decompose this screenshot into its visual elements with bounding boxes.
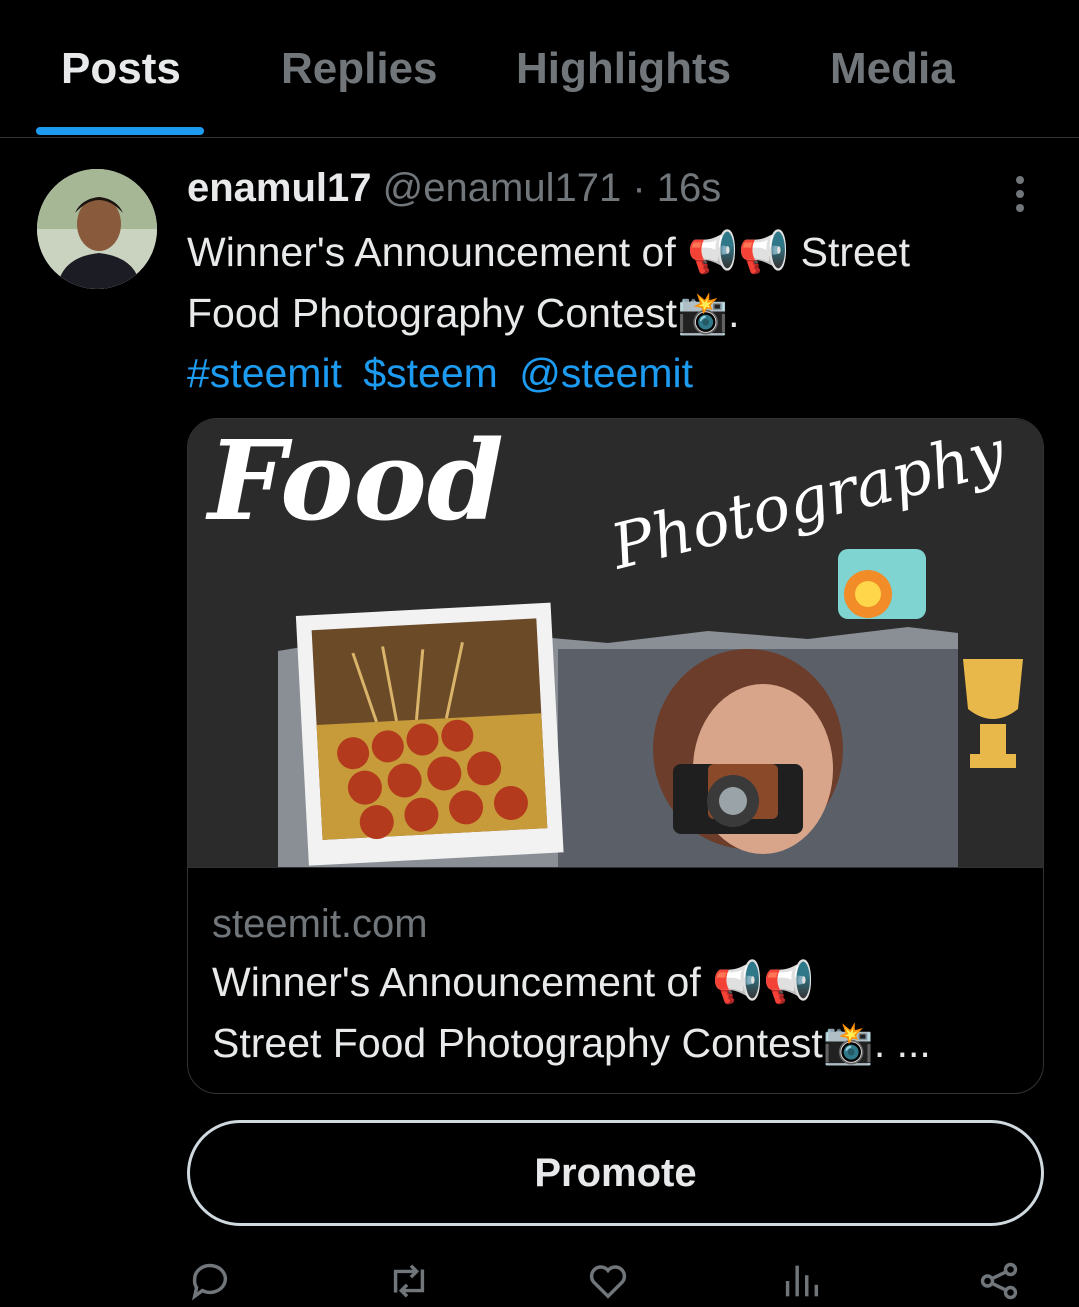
user-handle[interactable]: @enamul171 [383,166,622,210]
cashtag-steem[interactable]: $steem [363,350,497,396]
share-icon[interactable] [976,1258,1026,1302]
post-hashtags: #steemit $steem @steemit [187,343,703,404]
hashtag-steemit[interactable]: #steemit [187,350,342,396]
promote-button[interactable]: Promote [187,1120,1044,1226]
mention-steemit[interactable]: @steemit [519,350,693,396]
repost-icon[interactable] [386,1258,436,1302]
card-title: Winner's Announcement of 📢📢 Street Food … [212,952,1022,1074]
tab-media[interactable]: Media [830,44,955,94]
tab-highlights[interactable]: Highlights [516,44,731,94]
card-image-text-food: Food [205,419,504,545]
post-timestamp[interactable]: 16s [657,166,722,210]
post-header: enamul17 @enamul171 · 16s [187,166,721,211]
post-text-line-2: Food Photography Contest📸. [187,290,740,336]
card-body: steemit.com Winner's Announcement of 📢📢 … [188,867,1043,1093]
display-name[interactable]: enamul17 [187,166,372,210]
avatar[interactable] [37,169,157,289]
post-text: Winner's Announcement of 📢📢 Street Food … [187,222,1027,344]
card-image: Food Photography [188,419,1043,867]
link-preview-card[interactable]: Food Photography steemit.com Winner's An… [187,418,1044,1094]
tab-posts[interactable]: Posts [61,44,181,94]
profile-tabs: Posts Replies Highlights Media [0,0,1079,138]
views-icon[interactable] [778,1258,828,1302]
card-domain: steemit.com [212,902,428,946]
post-text-line-1: Winner's Announcement of 📢📢 Street [187,229,910,275]
reply-icon[interactable] [187,1258,237,1302]
like-icon[interactable] [585,1258,635,1302]
more-options-icon[interactable] [1010,172,1030,216]
tab-replies[interactable]: Replies [281,44,438,94]
separator-dot: · [632,166,646,210]
card-title-line-1: Winner's Announcement of 📢📢 [212,959,815,1005]
card-title-line-2: Street Food Photography Contest📸. ... [212,1020,931,1066]
active-tab-indicator [36,127,204,135]
